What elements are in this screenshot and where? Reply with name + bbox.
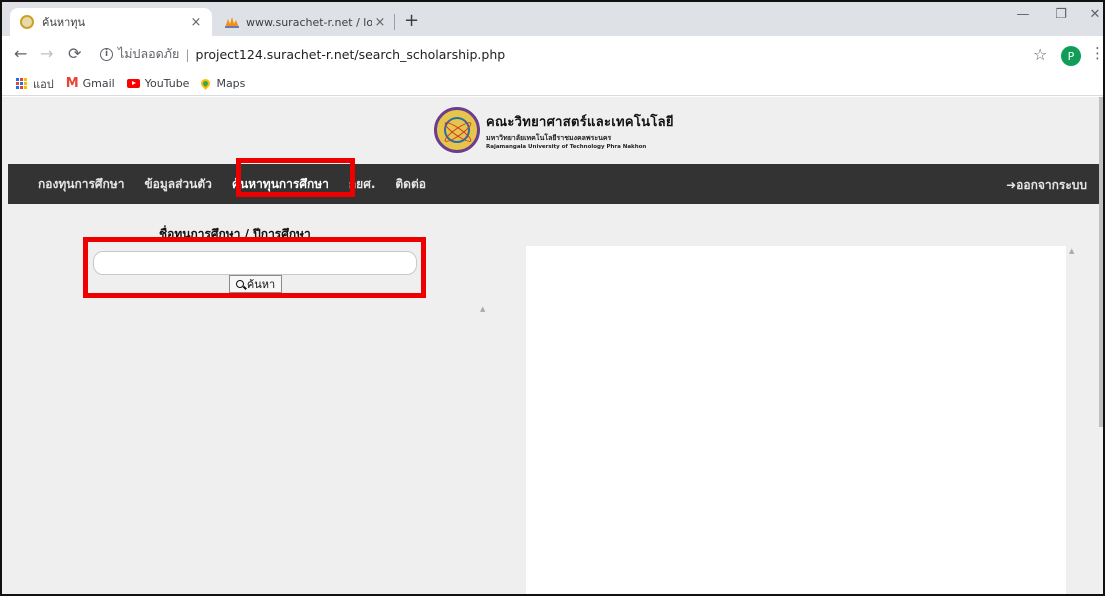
- bookmark-label: Gmail: [82, 77, 115, 90]
- address-separator: |: [185, 46, 190, 62]
- site-logo[interactable]: คณะวิทยาศาสตร์และเทคโนโลยี มหาวิทยาลัยเท…: [486, 111, 674, 150]
- youtube-icon: [126, 79, 140, 88]
- scrollbar-thumb[interactable]: [1099, 97, 1103, 427]
- logout-icon: ➜: [1006, 178, 1017, 192]
- bookmark-label: YouTube: [144, 77, 190, 90]
- logo-title: คณะวิทยาศาสตร์และเทคโนโลยี: [486, 115, 674, 130]
- logout-link[interactable]: ➜ออกจากระบบ: [1006, 176, 1087, 195]
- search-button[interactable]: ค้นหา: [229, 275, 282, 293]
- logo-subtitle: มหาวิทยาลัยเทคโนโลยีราชมงคลพระนคร: [486, 134, 612, 142]
- new-tab-button[interactable]: +: [404, 10, 419, 31]
- browser-window: ค้นหาทุน × www.surachet-r.net / localhos…: [0, 0, 1105, 596]
- maps-icon: [199, 77, 213, 90]
- profile-avatar[interactable]: P: [1061, 46, 1081, 66]
- scroll-up-arrow-icon[interactable]: ▲: [1069, 247, 1074, 255]
- bookmark-gmail[interactable]: M Gmail: [66, 76, 115, 91]
- bookmark-label: แอป: [33, 77, 54, 91]
- search-input[interactable]: [93, 251, 417, 275]
- tab-divider: [394, 14, 395, 30]
- info-icon[interactable]: i: [100, 47, 113, 61]
- bookmark-youtube[interactable]: YouTube: [126, 77, 190, 90]
- nav-search-scholarship[interactable]: ค้นหาทุนการศึกษา: [232, 175, 329, 194]
- not-secure-label: ไม่ปลอดภัย: [118, 46, 180, 61]
- university-emblem-icon: [434, 107, 480, 153]
- search-icon: [235, 280, 244, 288]
- nav-student-loan[interactable]: กยศ.: [349, 175, 375, 194]
- browser-toolbar: ← → ⟳ i ไม่ปลอดภัย | project124.surachet…: [2, 36, 1103, 72]
- tab-inactive[interactable]: www.surachet-r.net / localhost / ×: [216, 8, 396, 36]
- logo-english: Rajamangala University of Technology Phr…: [486, 144, 647, 150]
- url-text[interactable]: project124.surachet-r.net/search_scholar…: [196, 47, 506, 62]
- bookmark-maps[interactable]: Maps: [199, 77, 246, 90]
- page-scrollbar[interactable]: [1099, 97, 1103, 594]
- search-button-label: ค้นหา: [246, 278, 276, 291]
- close-tab-icon[interactable]: ×: [188, 15, 204, 30]
- main-navbar: กองทุนการศึกษา ข้อมูลส่วนตัว ค้นหาทุนการ…: [8, 164, 1103, 204]
- nav-scholarship-fund[interactable]: กองทุนการศึกษา: [38, 175, 124, 194]
- close-window-button[interactable]: ✕: [1072, 7, 1103, 22]
- nav-profile[interactable]: ข้อมูลส่วนตัว: [144, 175, 211, 194]
- bookmark-star-icon[interactable]: ☆: [1033, 45, 1047, 64]
- address-bar[interactable]: i ไม่ปลอดภัย | project124.surachet-r.net…: [100, 42, 1020, 66]
- forward-arrow-icon[interactable]: →: [40, 44, 53, 63]
- site-favicon-icon: [20, 15, 34, 29]
- results-panel: [526, 246, 1066, 594]
- bookmarks-bar: แอป M Gmail YouTube Maps: [2, 72, 1103, 96]
- tab-title: www.surachet-r.net / localhost /: [246, 15, 372, 29]
- tab-title: ค้นหาทุน: [42, 16, 86, 29]
- site-header: คณะวิทยาศาสตร์และเทคโนโลยี มหาวิทยาลัยเท…: [2, 97, 1103, 163]
- nav-contact[interactable]: ติดต่อ: [395, 175, 426, 194]
- back-arrow-icon[interactable]: ←: [14, 44, 27, 63]
- scroll-up-arrow-icon[interactable]: ▲: [480, 305, 485, 313]
- apps-icon: [16, 78, 27, 89]
- close-tab-icon[interactable]: ×: [372, 15, 388, 30]
- phpmyadmin-icon: [224, 15, 240, 29]
- page-content: คณะวิทยาศาสตร์และเทคโนโลยี มหาวิทยาลัยเท…: [2, 97, 1103, 594]
- reload-icon[interactable]: ⟳: [68, 44, 81, 63]
- menu-kebab-icon[interactable]: ⋮: [1090, 44, 1103, 62]
- search-label: ชื่อทุนการศึกษา / ปีการศึกษา: [159, 227, 311, 241]
- tab-active[interactable]: ค้นหาทุน ×: [10, 8, 212, 36]
- bookmark-label: Maps: [216, 77, 246, 90]
- bookmark-apps[interactable]: แอป: [16, 75, 54, 93]
- tab-strip: ค้นหาทุน × www.surachet-r.net / localhos…: [2, 2, 1103, 36]
- logout-label: ออกจากระบบ: [1016, 178, 1087, 192]
- gmail-icon: M: [65, 76, 79, 91]
